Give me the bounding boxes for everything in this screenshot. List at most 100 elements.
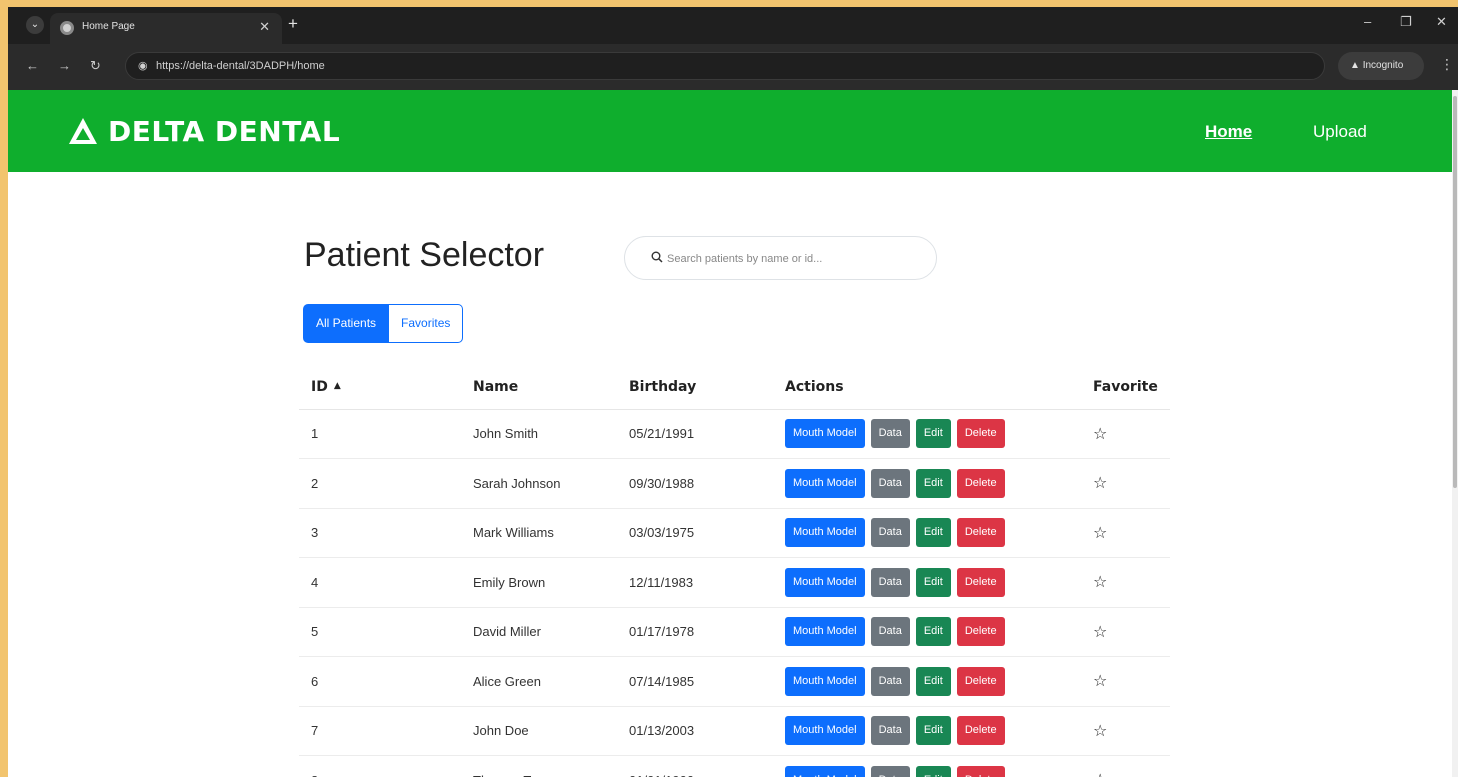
edit-button[interactable]: Edit [915,567,951,597]
data-button[interactable]: Data [870,468,910,498]
data-button[interactable]: Data [870,518,910,548]
data-button[interactable]: Data [870,666,910,696]
minimize-icon[interactable]: – [1364,14,1371,29]
patient-actions: Mouth ModelDataEditDelete [773,557,1081,608]
patient-id: 6 [299,656,461,707]
patient-id: 4 [299,557,461,608]
table-row: 2 Sarah Johnson 09/30/1988 Mouth Model Data E… [299,458,1170,509]
table-row: 7 John Doe 01/13/2003 Mouth Model Data Edit De… [299,706,1170,756]
mouth-model-button[interactable]: Mouth Model [785,765,865,777]
delete-button[interactable]: Delete [956,666,1005,696]
mouth-model-button[interactable]: Mouth Model [785,567,865,597]
favorite-star-icon[interactable]: ☆ [1093,574,1107,591]
favorites-button[interactable]: Favorites [389,304,464,343]
address-bar[interactable]: ◉ https://delta-dental/3DADPH/home [125,52,1325,80]
patient-actions: Mouth ModelDataEditDelete [773,458,1081,509]
patient-actions: Mouth ModelDataEditDelete [773,656,1081,707]
reload-icon[interactable]: ↻ [90,58,101,74]
mouth-model-button[interactable]: Mouth Model [785,617,865,647]
data-button[interactable]: Data [870,716,910,746]
patient-birthday: 01/13/2003 [617,706,773,756]
patient-actions: Mouth ModelDataEditDelete [773,409,1081,459]
column-header-actions: Actions [773,366,1081,410]
delete-button[interactable]: Delete [956,567,1005,597]
incognito-icon: ▲ [1350,60,1360,71]
delete-button[interactable]: Delete [956,765,1005,777]
tab-search-chevron-icon[interactable]: ⌄ [26,16,44,34]
mouth-model-button[interactable]: Mouth Model [785,419,865,449]
edit-button[interactable]: Edit [915,716,951,746]
data-button[interactable]: Data [870,765,910,777]
browser-tab[interactable]: Home Page ✕ [50,13,282,44]
logo-text: DELTA DENTAL [108,114,341,148]
window-close-icon[interactable]: ✕ [1436,14,1447,30]
nav-upload-link[interactable]: Upload [1313,122,1367,142]
patient-birthday: 12/11/1983 [617,557,773,608]
page-scrollbar[interactable] [1452,90,1458,777]
patient-birthday: 09/30/1988 [617,458,773,509]
patient-favorite: ☆ [1081,607,1170,657]
scrollbar-thumb[interactable] [1453,96,1457,488]
favorite-star-icon[interactable]: ☆ [1093,525,1107,542]
column-header-id[interactable]: ID ▲ [299,366,461,410]
mouth-model-button[interactable]: Mouth Model [785,716,865,746]
delete-button[interactable]: Delete [956,419,1005,449]
favorite-star-icon[interactable]: ☆ [1093,475,1107,492]
patient-favorite: ☆ [1081,557,1170,608]
data-button[interactable]: Data [870,617,910,647]
site-header: DELTA DENTAL Home Upload [8,90,1452,172]
edit-button[interactable]: Edit [915,419,951,449]
favorite-star-icon[interactable]: ☆ [1093,673,1107,690]
patient-actions: Mouth ModelDataEditDelete [773,607,1081,657]
favorite-star-icon[interactable]: ☆ [1093,426,1107,443]
data-button[interactable]: Data [870,567,910,597]
new-tab-plus-icon[interactable]: + [288,14,298,34]
browser-menu-icon[interactable]: ⋮ [1440,56,1454,73]
favorite-star-icon[interactable]: ☆ [1093,723,1107,740]
forward-arrow-icon[interactable]: → [58,58,71,73]
edit-button[interactable]: Edit [915,617,951,647]
sort-ascending-icon[interactable]: ▲ [334,381,341,391]
close-icon[interactable]: ✕ [259,19,270,35]
data-button[interactable]: Data [870,419,910,449]
favorite-star-icon[interactable]: ☆ [1093,624,1107,641]
delete-button[interactable]: Delete [956,617,1005,647]
delta-dental-logo[interactable]: DELTA DENTAL [68,114,340,148]
edit-button[interactable]: Edit [915,765,951,777]
url-text: https://delta-dental/3DADPH/home [156,60,325,72]
patient-favorite: ☆ [1081,656,1170,707]
mouth-model-button[interactable]: Mouth Model [785,518,865,548]
tab-bar: ⌄ Home Page ✕ + – ❐ ✕ [8,7,1458,44]
favorite-star-icon[interactable]: ☆ [1093,772,1107,777]
table-row: 1 John Smith 05/21/1991 Mouth Model Data Edit… [299,409,1170,459]
mouth-model-button[interactable]: Mouth Model [785,468,865,498]
patient-birthday: 01/17/1978 [617,607,773,657]
patient-name: David Miller [461,607,617,657]
patient-favorite: ☆ [1081,508,1170,558]
all-patients-button[interactable]: All Patients [303,304,390,343]
browser-toolbar: ← → ↻ ◉ https://delta-dental/3DADPH/home… [8,44,1458,90]
delta-triangle-icon [69,118,97,144]
patients-table: ID ▲ Name Birthday Actions Favorite 1 John… [299,366,1170,777]
patient-birthday: 03/03/1975 [617,508,773,558]
site-info-icon[interactable]: ◉ [138,59,148,72]
edit-button[interactable]: Edit [915,468,951,498]
delete-button[interactable]: Delete [956,468,1005,498]
patient-id: 2 [299,458,461,509]
edit-button[interactable]: Edit [915,666,951,696]
table-row: 5 David Miller 01/17/1978 Mouth Model Data Ed… [299,607,1170,657]
nav-home-link[interactable]: Home [1205,122,1252,142]
mouth-model-button[interactable]: Mouth Model [785,666,865,696]
restore-icon[interactable]: ❐ [1400,14,1412,30]
back-arrow-icon[interactable]: ← [26,58,39,73]
delete-button[interactable]: Delete [956,518,1005,548]
delete-button[interactable]: Delete [956,716,1005,746]
search-input[interactable] [667,249,917,269]
search-icon [651,251,663,263]
incognito-badge[interactable]: ▲ Incognito [1338,52,1424,80]
column-header-name: Name [461,366,617,410]
web-page: DELTA DENTAL Home Upload Patient Selecto… [8,90,1452,777]
edit-button[interactable]: Edit [915,518,951,548]
patient-birthday: 05/21/1991 [617,409,773,459]
search-box[interactable] [624,236,937,280]
